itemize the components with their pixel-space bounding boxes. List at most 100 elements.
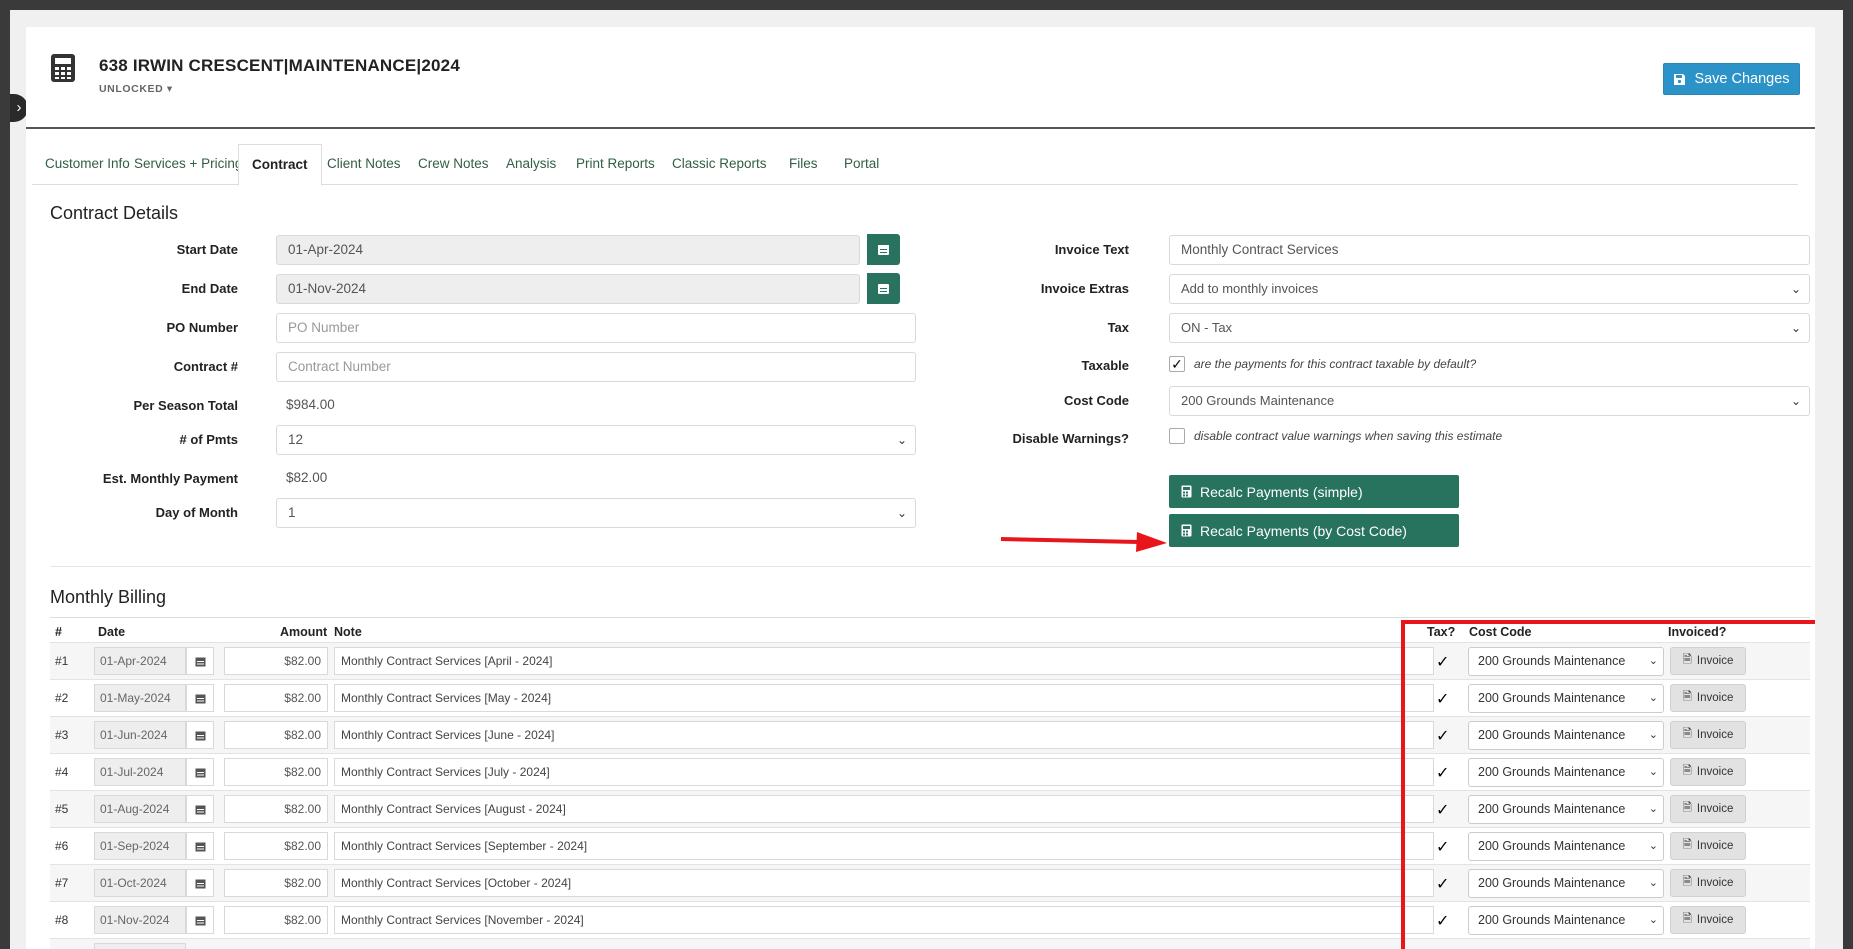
table-row: #7 01-Oct-2024 $82.00 Monthly Contract S…: [50, 864, 1810, 901]
row-calendar-button[interactable]: [186, 832, 214, 860]
row-note-input[interactable]: Monthly Contract Services [April - 2024]: [334, 647, 1434, 675]
tab-crew-notes[interactable]: Crew Notes: [405, 144, 502, 185]
row-date-field[interactable]: 01-Apr-2024: [94, 647, 186, 675]
row-invoice-button[interactable]: 🗎 Invoice: [1670, 869, 1746, 897]
row-cost-code-select[interactable]: 200 Grounds Maintenance ⌄: [1468, 869, 1664, 898]
cost-code-select[interactable]: 200 Grounds Maintenance ⌄: [1169, 386, 1810, 416]
row-amount-input[interactable]: $82.00: [224, 647, 328, 675]
row-note-input[interactable]: Monthly Contract Services [August - 2024…: [334, 795, 1434, 823]
calculator-icon: [1181, 524, 1192, 537]
row-cost-code-select[interactable]: 200 Grounds Maintenance ⌄: [1468, 721, 1664, 750]
row-number: #2: [55, 691, 69, 705]
row-cost-code-select[interactable]: 200 Grounds Maintenance ⌄: [1468, 647, 1664, 676]
recalc-simple-button[interactable]: Recalc Payments (simple): [1169, 475, 1459, 508]
day-of-month-value: 1: [288, 505, 296, 520]
row-invoice-button[interactable]: 🗎 Invoice: [1670, 684, 1746, 712]
row-number: #5: [55, 802, 69, 816]
row-invoice-button[interactable]: 🗎 Invoice: [1670, 906, 1746, 934]
row-note-input[interactable]: Monthly Contract Services [July - 2024]: [334, 758, 1434, 786]
row-date-field[interactable]: 01-Sep-2024: [94, 832, 186, 860]
tab-classic-reports[interactable]: Classic Reports: [659, 144, 780, 185]
taxable-checkbox[interactable]: ✓: [1169, 356, 1185, 372]
row-note-input[interactable]: Monthly Contract Services [October - 202…: [334, 869, 1434, 897]
row-tax-checkbox[interactable]: ✓: [1436, 911, 1449, 931]
tab-client-notes[interactable]: Client Notes: [314, 144, 414, 185]
tab-files[interactable]: Files: [776, 144, 831, 185]
tax-select[interactable]: ON - Tax ⌄: [1169, 313, 1810, 343]
row-tax-checkbox[interactable]: ✓: [1436, 689, 1449, 709]
row-tax-checkbox[interactable]: ✓: [1436, 837, 1449, 857]
po-number-input[interactable]: PO Number: [276, 313, 916, 343]
num-payments-select[interactable]: 12 ⌄: [276, 425, 916, 455]
row-date-field[interactable]: 01-Oct-2024: [94, 869, 186, 897]
row-cost-code-value: 200 Grounds Maintenance: [1478, 728, 1626, 742]
row-note-input[interactable]: Monthly Contract Services [September - 2…: [334, 832, 1434, 860]
row-invoice-button[interactable]: 🗎 Invoice: [1670, 647, 1746, 675]
recalc-simple-label: Recalc Payments (simple): [1200, 483, 1363, 500]
row-invoice-button[interactable]: 🗎 Invoice: [1670, 758, 1746, 786]
tab-services-pricing[interactable]: Services + Pricing: [121, 144, 255, 185]
row-amount-input[interactable]: $82.00: [224, 832, 328, 860]
row-date-field[interactable]: [94, 943, 186, 949]
tab-portal[interactable]: Portal: [831, 144, 892, 185]
row-cost-code-select[interactable]: 200 Grounds Maintenance ⌄: [1468, 684, 1664, 713]
lock-status-dropdown[interactable]: UNLOCKED ▾: [99, 83, 173, 95]
row-tax-checkbox[interactable]: ✓: [1436, 726, 1449, 746]
row-tax-checkbox[interactable]: ✓: [1436, 763, 1449, 783]
row-tax-checkbox[interactable]: ✓: [1436, 874, 1449, 894]
row-cost-code-select[interactable]: 200 Grounds Maintenance ⌄: [1468, 795, 1664, 824]
row-invoice-button[interactable]: 🗎 Invoice: [1670, 721, 1746, 749]
row-amount-input[interactable]: $82.00: [224, 906, 328, 934]
table-row: #4 01-Jul-2024 $82.00 Monthly Contract S…: [50, 753, 1810, 790]
tab-analysis[interactable]: Analysis: [493, 144, 569, 185]
row-tax-checkbox[interactable]: ✓: [1436, 800, 1449, 820]
row-calendar-button[interactable]: [186, 647, 214, 675]
po-number-label: PO Number: [166, 320, 238, 335]
start-date-field[interactable]: 01-Apr-2024: [276, 235, 860, 265]
col-header-invoiced: Invoiced?: [1668, 625, 1727, 639]
row-note-input[interactable]: Monthly Contract Services [November - 20…: [334, 906, 1434, 934]
row-tax-checkbox[interactable]: ✓: [1436, 652, 1449, 672]
row-calendar-button[interactable]: [186, 906, 214, 934]
row-note-input[interactable]: Monthly Contract Services [May - 2024]: [334, 684, 1434, 712]
row-calendar-button[interactable]: [186, 758, 214, 786]
contract-number-input[interactable]: Contract Number: [276, 352, 916, 382]
row-amount-input[interactable]: $82.00: [224, 684, 328, 712]
invoice-extras-select[interactable]: Add to monthly invoices ⌄: [1169, 274, 1810, 304]
row-calendar-button[interactable]: [186, 795, 214, 823]
row-calendar-button[interactable]: [186, 684, 214, 712]
row-date-field[interactable]: 01-Jul-2024: [94, 758, 186, 786]
row-date-field[interactable]: 01-Aug-2024: [94, 795, 186, 823]
row-date-field[interactable]: 01-Jun-2024: [94, 721, 186, 749]
col-header-cost-code: Cost Code: [1469, 625, 1532, 639]
row-amount-input[interactable]: $82.00: [224, 869, 328, 897]
row-calendar-button[interactable]: [186, 721, 214, 749]
row-amount-input[interactable]: $82.00: [224, 758, 328, 786]
row-invoice-button[interactable]: 🗎 Invoice: [1670, 795, 1746, 823]
recalc-by-cost-code-button[interactable]: Recalc Payments (by Cost Code): [1169, 514, 1459, 547]
chevron-down-icon: ⌄: [896, 506, 907, 520]
day-of-month-select[interactable]: 1 ⌄: [276, 498, 916, 528]
row-cost-code-select[interactable]: 200 Grounds Maintenance ⌄: [1468, 906, 1664, 935]
row-invoice-button[interactable]: 🗎 Invoice: [1670, 832, 1746, 860]
end-date-field[interactable]: 01-Nov-2024: [276, 274, 860, 304]
invoice-text-input[interactable]: Monthly Contract Services: [1169, 235, 1810, 265]
calendar-icon: [195, 879, 205, 888]
row-note-input[interactable]: Monthly Contract Services [June - 2024]: [334, 721, 1434, 749]
row-amount-input[interactable]: $82.00: [224, 721, 328, 749]
tab-contract[interactable]: Contract: [238, 144, 322, 186]
row-date-field[interactable]: 01-Nov-2024: [94, 906, 186, 934]
per-season-total-label: Per Season Total: [133, 398, 238, 413]
document-icon: 🗎: [1682, 764, 1692, 777]
row-calendar-button[interactable]: [186, 869, 214, 897]
row-amount-input[interactable]: $82.00: [224, 795, 328, 823]
row-cost-code-select[interactable]: 200 Grounds Maintenance ⌄: [1468, 832, 1664, 861]
tab-print-reports[interactable]: Print Reports: [563, 144, 668, 185]
save-changes-button[interactable]: Save Changes: [1663, 63, 1800, 95]
annotation-arrow: [1000, 532, 1167, 552]
disable-warnings-checkbox[interactable]: [1169, 428, 1185, 444]
end-date-calendar-button[interactable]: [867, 273, 900, 304]
row-date-field[interactable]: 01-May-2024: [94, 684, 186, 712]
start-date-calendar-button[interactable]: [867, 234, 900, 265]
row-cost-code-select[interactable]: 200 Grounds Maintenance ⌄: [1468, 758, 1664, 787]
